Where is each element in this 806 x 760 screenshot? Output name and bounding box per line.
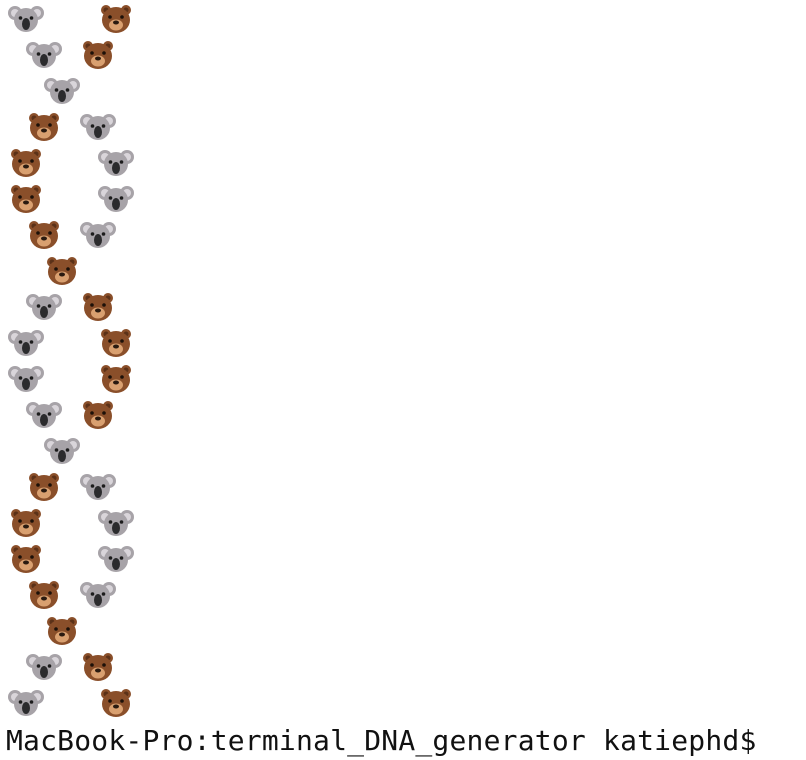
bear-face-icon <box>26 109 62 145</box>
bear-face-icon <box>80 289 116 325</box>
koala-face-icon <box>26 397 62 433</box>
helix-row <box>0 541 200 577</box>
helix-row <box>0 253 200 289</box>
koala-face-icon <box>26 37 62 73</box>
bear-face-icon <box>80 649 116 685</box>
bear-face-icon <box>44 253 80 289</box>
helix-row <box>0 325 200 361</box>
helix-row <box>0 469 200 505</box>
dna-helix-output <box>0 0 806 720</box>
koala-face-icon <box>26 649 62 685</box>
koala-face-icon <box>44 73 80 109</box>
bear-face-icon <box>98 325 134 361</box>
helix-row <box>0 649 200 685</box>
koala-face-icon <box>8 361 44 397</box>
helix-row <box>0 145 200 181</box>
helix-row <box>0 361 200 397</box>
bear-face-icon <box>44 613 80 649</box>
koala-face-icon <box>26 289 62 325</box>
helix-row <box>0 73 200 109</box>
koala-face-icon <box>80 109 116 145</box>
bear-face-icon <box>98 685 134 721</box>
bear-face-icon <box>80 37 116 73</box>
helix-row <box>0 37 200 73</box>
bear-face-icon <box>8 505 44 541</box>
helix-row <box>0 433 200 469</box>
helix-row <box>0 613 200 649</box>
koala-face-icon <box>80 217 116 253</box>
shell-prompt[interactable]: MacBook-Pro:terminal_DNA_generator katie… <box>6 722 757 760</box>
helix-row <box>0 577 200 613</box>
bear-face-icon <box>26 469 62 505</box>
koala-face-icon <box>8 685 44 721</box>
bear-face-icon <box>98 361 134 397</box>
koala-face-icon <box>80 469 116 505</box>
koala-face-icon <box>80 577 116 613</box>
helix-row <box>0 397 200 433</box>
bear-face-icon <box>80 397 116 433</box>
koala-face-icon <box>8 325 44 361</box>
koala-face-icon <box>8 1 44 37</box>
helix-row <box>0 289 200 325</box>
helix-row <box>0 685 200 721</box>
koala-face-icon <box>98 145 134 181</box>
helix-row <box>0 217 200 253</box>
helix-row <box>0 109 200 145</box>
helix-row <box>0 1 200 37</box>
helix-row <box>0 181 200 217</box>
helix-row <box>0 505 200 541</box>
terminal-window[interactable]: MacBook-Pro:terminal_DNA_generator katie… <box>0 0 806 760</box>
bear-face-icon <box>98 1 134 37</box>
bear-face-icon <box>8 145 44 181</box>
bear-face-icon <box>26 577 62 613</box>
koala-face-icon <box>44 433 80 469</box>
koala-face-icon <box>98 505 134 541</box>
koala-face-icon <box>98 181 134 217</box>
bear-face-icon <box>8 181 44 217</box>
bear-face-icon <box>26 217 62 253</box>
bear-face-icon <box>8 541 44 577</box>
koala-face-icon <box>98 541 134 577</box>
